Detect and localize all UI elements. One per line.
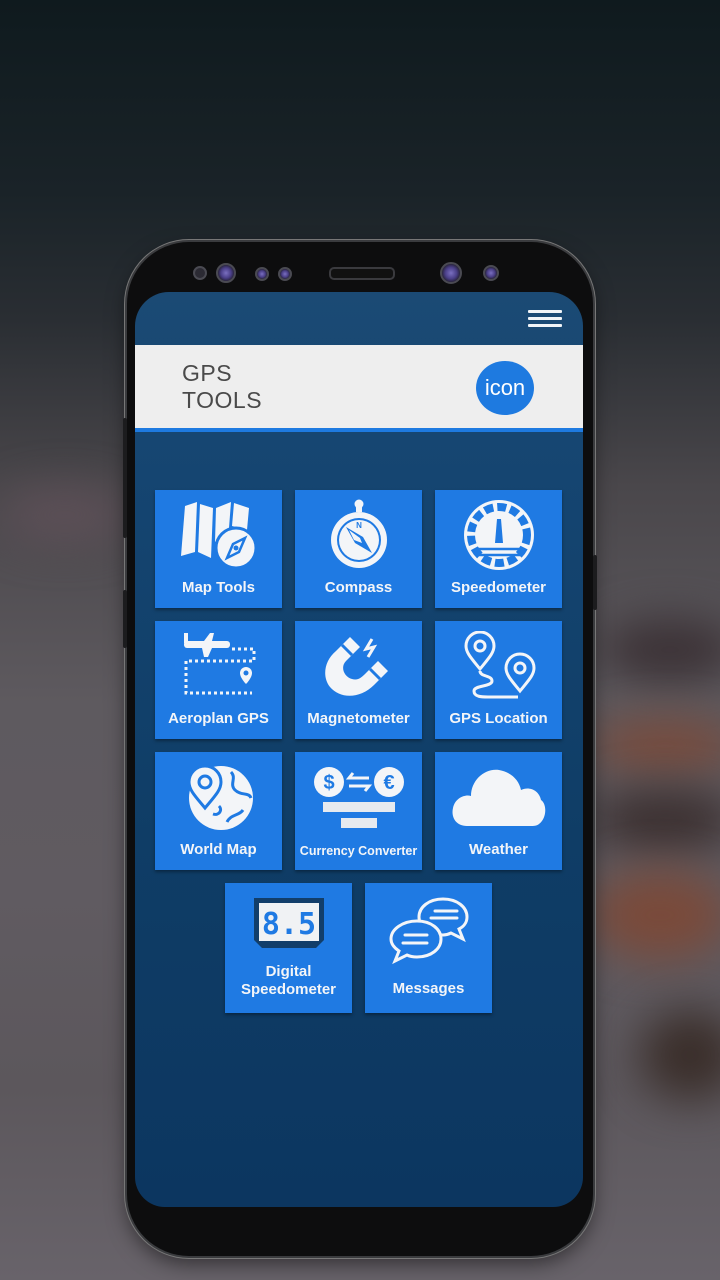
app-screen: GPS TOOLS icon Map Tools N Compass Speed… — [135, 292, 583, 1207]
tile-label: Currency Converter — [299, 844, 418, 858]
front-camera-icon — [440, 262, 462, 284]
background-blur — [590, 720, 720, 770]
tile-aeroplan-gps[interactable]: Aeroplan GPS — [155, 621, 282, 739]
tile-compass[interactable]: N Compass — [295, 490, 422, 608]
power-button — [593, 555, 597, 610]
tile-world-map[interactable]: World Map — [155, 752, 282, 870]
tile-currency-converter[interactable]: $ € Currency Converter — [295, 752, 422, 870]
tile-label: Map Tools — [181, 579, 256, 596]
tile-label: Messages — [392, 980, 465, 997]
background-blur — [590, 870, 720, 960]
tile-label: Compass — [324, 579, 393, 596]
tile-messages[interactable]: Messages — [365, 883, 492, 1013]
tile-label: Aeroplan GPS — [168, 710, 269, 727]
earpiece-speaker — [329, 267, 395, 280]
tile-map-tools[interactable]: Map Tools — [155, 490, 282, 608]
location-route-icon — [435, 629, 562, 703]
digital-display-value: 8.5 — [261, 907, 315, 942]
map-tools-icon — [155, 498, 282, 572]
app-title-line1: GPS — [182, 360, 233, 386]
magnet-icon — [295, 629, 422, 703]
app-header: GPS TOOLS icon — [135, 345, 583, 432]
airplane-route-icon — [155, 629, 282, 703]
volume-button — [123, 418, 127, 538]
speedometer-icon — [435, 498, 562, 572]
tile-gps-location[interactable]: GPS Location — [435, 621, 562, 739]
tile-label: Digital Speedometer — [240, 963, 337, 998]
menu-line — [528, 317, 562, 320]
app-title-line2: TOOLS — [182, 387, 263, 413]
led-sensor-icon — [278, 267, 292, 281]
tile-weather[interactable]: Weather — [435, 752, 562, 870]
compass-icon: N — [295, 498, 422, 572]
menu-line — [528, 310, 562, 313]
tile-label: Magnetometer — [307, 710, 410, 727]
svg-text:€: € — [383, 772, 394, 794]
background-blur — [600, 620, 720, 680]
digital-display-icon: 8.5 — [225, 893, 352, 953]
app-logo: icon — [476, 361, 534, 415]
tile-speedometer[interactable]: Speedometer — [435, 490, 562, 608]
tile-label: Weather — [469, 841, 528, 858]
svg-text:N: N — [356, 521, 362, 530]
background-blur — [590, 790, 720, 850]
hamburger-menu-button[interactable] — [528, 310, 562, 332]
bixby-button — [123, 590, 127, 648]
tile-magnetometer[interactable]: Magnetometer — [295, 621, 422, 739]
chat-bubbles-icon — [365, 895, 492, 965]
tile-label: GPS Location — [449, 710, 548, 727]
world-map-icon — [155, 760, 282, 834]
light-sensor-icon — [255, 267, 269, 281]
iris-scanner-icon — [483, 265, 499, 281]
menu-line — [528, 324, 562, 327]
proximity-sensor-icon — [193, 266, 207, 280]
tile-label: World Map — [180, 841, 257, 858]
tile-digital-speedometer[interactable]: 8.5 Digital Speedometer — [225, 883, 352, 1013]
cloud-icon — [435, 760, 562, 834]
tile-label: Speedometer — [450, 579, 547, 596]
currency-exchange-icon: $ € — [295, 760, 422, 834]
app-title: GPS TOOLS — [182, 360, 262, 414]
background-blur — [0, 490, 130, 540]
iris-camera-icon — [216, 263, 236, 283]
svg-text:$: $ — [323, 772, 334, 794]
background-blur — [640, 1010, 720, 1100]
